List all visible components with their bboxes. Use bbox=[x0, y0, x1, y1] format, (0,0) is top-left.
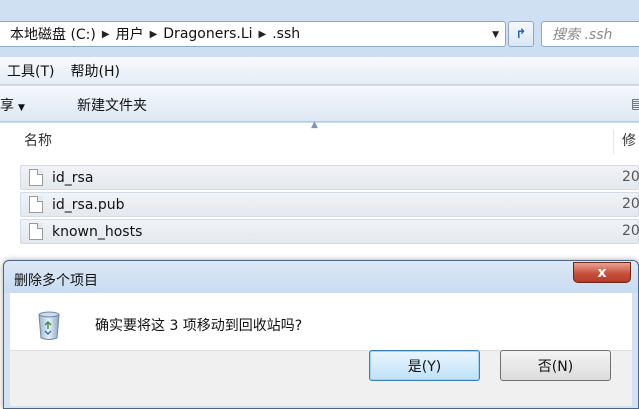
column-header-name[interactable]: 名称 bbox=[20, 130, 614, 154]
file-date: 20 bbox=[622, 223, 639, 239]
breadcrumb-separator-icon[interactable]: ▶ bbox=[102, 29, 110, 40]
file-date: 20 bbox=[622, 169, 639, 185]
breadcrumb-separator-icon[interactable]: ▶ bbox=[259, 29, 267, 40]
dialog-title: 删除多个项目 bbox=[14, 273, 98, 289]
caret-down-icon: ▼ bbox=[18, 103, 25, 113]
menu-help[interactable]: 帮助(H) bbox=[70, 61, 119, 81]
dialog-body: 确实要将这 3 项移动到回收站吗? bbox=[10, 293, 632, 350]
no-button[interactable]: 否(N) bbox=[500, 350, 611, 381]
dialog-titlebar[interactable]: 删除多个项目 x bbox=[4, 261, 638, 293]
menu-bar: 工具(T) 帮助(H) bbox=[0, 57, 639, 85]
share-label: 共享 bbox=[0, 98, 14, 114]
search-placeholder: 搜索 .ssh bbox=[552, 27, 613, 43]
file-name: id_rsa.pub bbox=[52, 196, 125, 213]
chevron-down-icon[interactable]: ▼ bbox=[492, 30, 499, 40]
file-row[interactable]: id_rsa.pub 20 bbox=[20, 192, 639, 217]
file-row[interactable]: id_rsa 20 bbox=[20, 165, 639, 190]
file-name: known_hosts bbox=[52, 223, 143, 240]
file-row[interactable]: known_hosts 20 bbox=[20, 219, 639, 244]
sort-ascending-icon: ▲ bbox=[311, 120, 318, 130]
breadcrumb-ssh[interactable]: .ssh bbox=[272, 26, 300, 42]
column-header-modified[interactable]: 修 bbox=[622, 130, 636, 150]
file-date: 20 bbox=[622, 196, 639, 212]
close-button[interactable]: x bbox=[573, 262, 631, 283]
file-icon bbox=[29, 196, 43, 213]
command-bar: 共享 ▼ 新建文件夹 ▤ bbox=[0, 86, 639, 122]
dialog-message: 确实要将这 3 项移动到回收站吗? bbox=[95, 318, 303, 334]
dialog-footer: 是(Y) 否(N) bbox=[10, 350, 632, 406]
breadcrumb-user[interactable]: Dragoners.Li bbox=[163, 26, 252, 42]
delete-dialog: 删除多个项目 x 确实要将这 3 项移动到回收站吗? 是(Y) 否(N) bbox=[3, 260, 639, 409]
file-name: id_rsa bbox=[52, 169, 94, 186]
search-input[interactable]: 搜索 .ssh bbox=[541, 21, 639, 47]
breadcrumb-drive[interactable]: 本地磁盘 (C:) bbox=[10, 24, 96, 44]
file-icon bbox=[29, 223, 43, 240]
address-row: 本地磁盘 (C:) ▶ 用户 ▶ Dragoners.Li ▶ .ssh ▼ ↱… bbox=[0, 19, 639, 53]
breadcrumb-users[interactable]: 用户 bbox=[116, 24, 144, 44]
view-mode-icon[interactable]: ▤ bbox=[631, 96, 639, 112]
close-icon: x bbox=[597, 264, 607, 281]
breadcrumb-separator-icon[interactable]: ▶ bbox=[150, 29, 158, 40]
refresh-icon: ↱ bbox=[515, 26, 527, 42]
yes-button[interactable]: 是(Y) bbox=[369, 350, 480, 381]
share-button[interactable]: 共享 ▼ bbox=[0, 95, 39, 115]
new-folder-button[interactable]: 新建文件夹 bbox=[77, 95, 147, 115]
menu-tools[interactable]: 工具(T) bbox=[7, 61, 54, 81]
recycle-bin-icon bbox=[38, 311, 60, 340]
file-icon bbox=[29, 169, 43, 186]
refresh-button[interactable]: ↱ bbox=[508, 21, 534, 47]
address-bar[interactable]: 本地磁盘 (C:) ▶ 用户 ▶ Dragoners.Li ▶ .ssh ▼ bbox=[0, 21, 506, 47]
